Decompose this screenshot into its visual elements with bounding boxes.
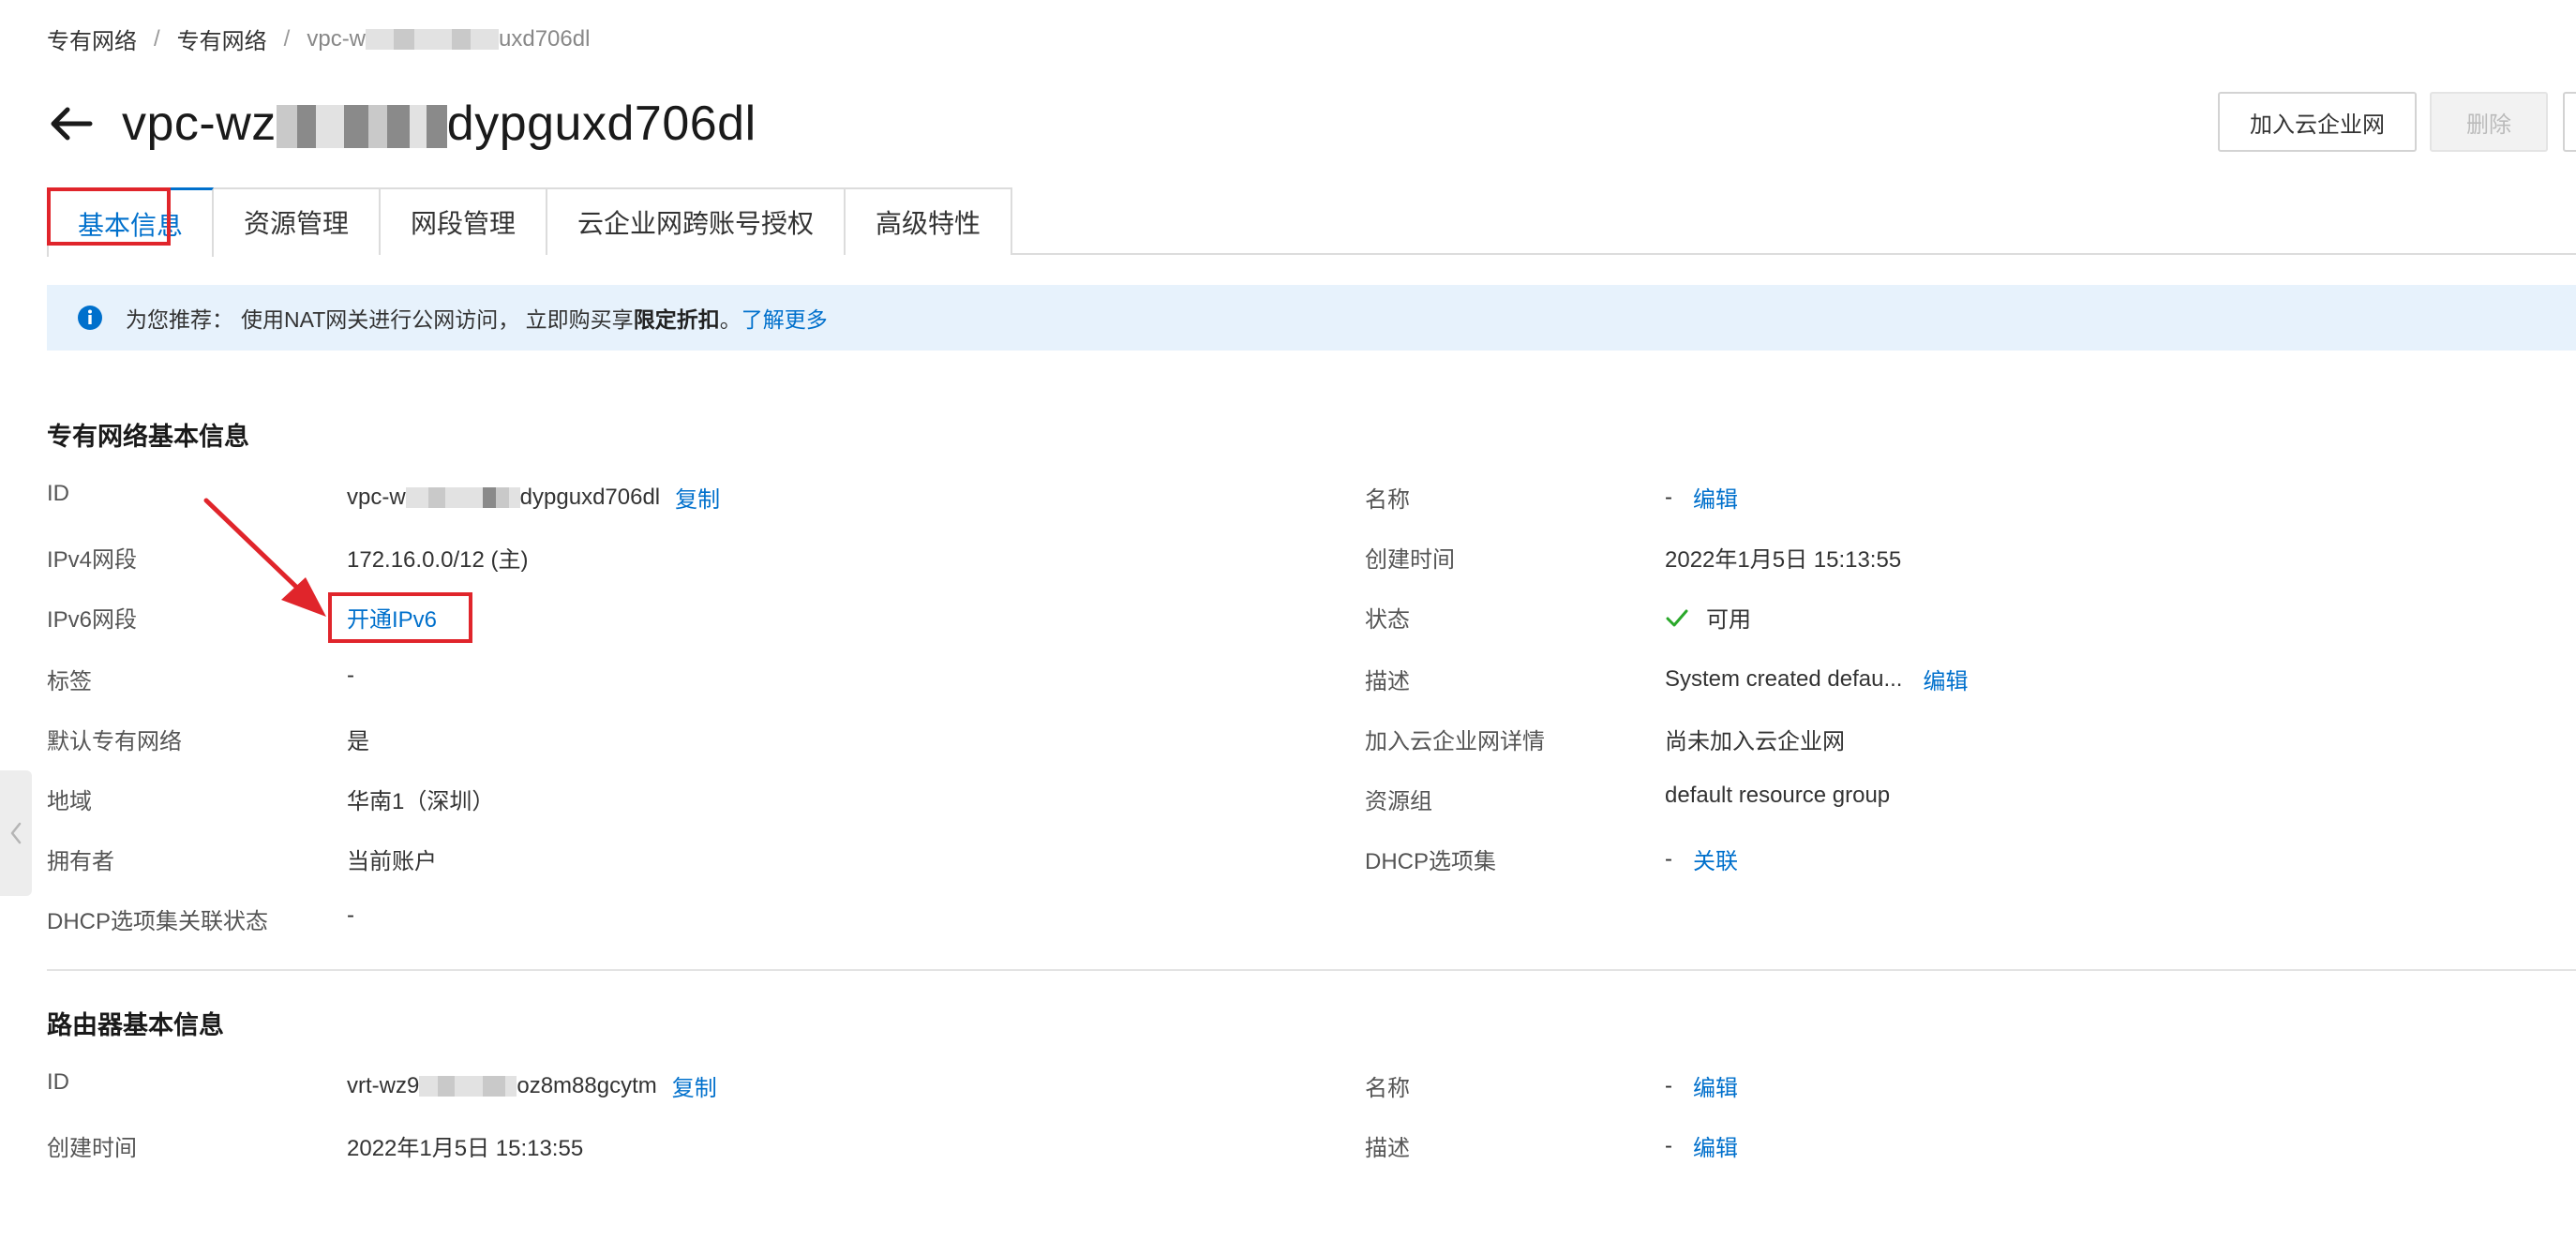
promo-notice: 为您推荐： 使用NAT网关进行公网访问， 立即购买享 限定折扣 。 了解更多: [47, 285, 2576, 351]
field-label: DHCP选项集: [1365, 849, 1497, 874]
vpc-section-title: 专有网络基本信息: [47, 423, 249, 451]
status-text: 可用: [1706, 607, 1751, 633]
page-header: vpc-wz dypguxd706dl: [47, 86, 756, 161]
copy-router-id-button[interactable]: 复制: [672, 1069, 717, 1102]
tab-advanced-features[interactable]: 高级特性: [846, 187, 1012, 255]
sidebar-toggle-handle[interactable]: [0, 770, 32, 896]
info-icon: [78, 306, 102, 330]
notice-prefix: 为您推荐：: [126, 307, 233, 332]
edit-vpc-name-button[interactable]: 编辑: [1693, 481, 1738, 514]
delete-button[interactable]: 删除: [2430, 92, 2548, 152]
breadcrumb: 专有网络 / 专有网络 / vpc-w uxd706dl: [47, 22, 590, 55]
field-label: 拥有者: [47, 849, 114, 874]
copy-vpc-id-button[interactable]: 复制: [675, 481, 720, 514]
back-arrow-icon[interactable]: [47, 100, 94, 147]
field-label: 创建时间: [1365, 547, 1455, 573]
field-label: 状态: [1365, 607, 1410, 633]
router-section-title: 路由器基本信息: [47, 1011, 224, 1039]
field-label: 默认专有网络: [47, 729, 182, 754]
red-arrow-annotation: [203, 498, 326, 617]
tab-cen-authorization[interactable]: 云企业网跨账号授权: [547, 187, 846, 255]
enable-ipv6-link[interactable]: 开通IPv6: [347, 601, 437, 634]
description-value: System created defau... 编辑: [1665, 663, 1968, 695]
breadcrumb-separator: /: [154, 25, 160, 52]
section-divider: [47, 969, 2576, 971]
more-actions-button[interactable]: [2563, 92, 2576, 152]
region-value: 华南1（深圳）: [347, 789, 495, 814]
router-created-time-value: 2022年1月5日 15:13:55: [347, 1136, 584, 1161]
cen-details-value: 尚未加入云企业网: [1665, 729, 1845, 754]
field-label: 标签: [47, 669, 92, 694]
default-vpc-value: 是: [347, 729, 369, 754]
ipv4-cidr-value: 172.16.0.0/12 (主): [347, 547, 529, 573]
router-name-value: - 编辑: [1665, 1069, 1738, 1102]
tab-resource-management[interactable]: 资源管理: [214, 187, 381, 255]
field-label: 资源组: [1365, 789, 1432, 814]
notice-text: 使用NAT网关进行公网访问， 立即购买享: [241, 307, 634, 332]
edit-description-button[interactable]: 编辑: [1923, 663, 1968, 695]
learn-more-link[interactable]: 了解更多: [741, 302, 828, 334]
field-label: 描述: [1365, 669, 1410, 694]
check-icon: [1666, 609, 1688, 626]
owner-value: 当前账户: [347, 849, 437, 874]
notice-emphasis: 限定折扣: [633, 307, 720, 332]
vpc-id-value: vpc-w dypguxd706dl 复制: [347, 481, 720, 514]
edit-router-description-button[interactable]: 编辑: [1693, 1129, 1738, 1162]
tab-cidr-management[interactable]: 网段管理: [381, 187, 547, 255]
page-title: vpc-wz dypguxd706dl: [122, 97, 756, 151]
tags-value: -: [347, 663, 354, 688]
tab-basic-info[interactable]: 基本信息: [47, 187, 214, 257]
field-label: 名称: [1365, 1076, 1410, 1101]
field-label: 创建时间: [47, 1136, 137, 1161]
notice-period: 。: [719, 307, 741, 332]
dhcp-options-value: - 关联: [1665, 843, 1738, 875]
associate-dhcp-button[interactable]: 关联: [1693, 843, 1738, 875]
field-label: 加入云企业网详情: [1365, 729, 1545, 754]
dhcp-association-status-value: -: [347, 903, 354, 928]
resource-group-value: default resource group: [1665, 783, 1891, 808]
edit-router-name-button[interactable]: 编辑: [1693, 1069, 1738, 1102]
join-cen-button[interactable]: 加入云企业网: [2218, 92, 2417, 152]
field-label: ID: [47, 481, 69, 506]
created-time-value: 2022年1月5日 15:13:55: [1665, 547, 1902, 573]
breadcrumb-separator: /: [283, 25, 291, 52]
router-description-value: - 编辑: [1665, 1129, 1738, 1162]
status-value: 可用: [1665, 601, 1751, 634]
field-label: 名称: [1365, 487, 1410, 513]
field-label: 地域: [47, 789, 92, 814]
field-label: DHCP选项集关联状态: [47, 909, 269, 934]
breadcrumb-root[interactable]: 专有网络: [47, 22, 137, 55]
chevron-left-icon: [10, 822, 22, 844]
ipv6-cidr-value: 开通IPv6: [347, 601, 437, 634]
vpc-name-value: - 编辑: [1665, 481, 1738, 514]
tab-bar: 基本信息 资源管理 网段管理 云企业网跨账号授权 高级特性: [47, 187, 2576, 257]
field-label: IPv4网段: [47, 547, 138, 573]
field-label: IPv6网段: [47, 607, 138, 633]
router-id-value: vrt-wz9 oz8m88gcytm 复制: [347, 1069, 717, 1102]
field-label: 描述: [1365, 1136, 1410, 1161]
field-label: ID: [47, 1069, 69, 1095]
breadcrumb-current: vpc-w uxd706dl: [307, 25, 591, 52]
breadcrumb-parent[interactable]: 专有网络: [177, 22, 267, 55]
